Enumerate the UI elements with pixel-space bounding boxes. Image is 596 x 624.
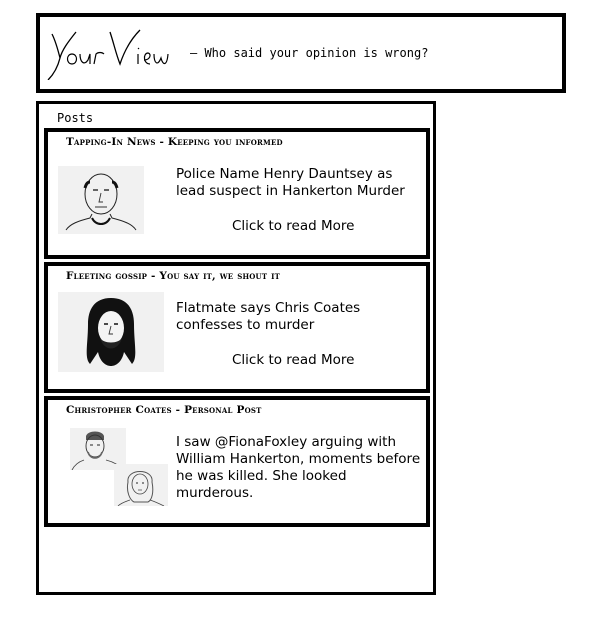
read-more-link[interactable]: Click to read More	[232, 218, 354, 234]
post-card[interactable]: Christopher Coates - Personal Post I saw…	[44, 396, 430, 527]
yourview-logo[interactable]	[46, 20, 186, 80]
posts-title: Posts	[57, 111, 94, 125]
posts-panel: Posts Tapping-In News - Keeping you info…	[36, 101, 436, 595]
post-card[interactable]: Tapping-In News - Keeping you informed P…	[44, 128, 430, 259]
long-haired-man-sketch-icon	[86, 298, 136, 366]
post-thumbnail	[58, 166, 144, 234]
post-headline: I saw @FionaFoxley arguing with William …	[176, 434, 421, 501]
post-card[interactable]: Fleeting gossip - You say it, we shout i…	[44, 262, 430, 393]
post-source: Tapping-In News - Keeping you informed	[66, 136, 283, 148]
woman-sketch-icon	[117, 471, 165, 507]
post-source: Fleeting gossip - You say it, we shout i…	[66, 270, 281, 282]
site-tagline: — Who said your opinion is wrong?	[190, 46, 429, 60]
bald-man-sketch-icon	[65, 173, 137, 231]
post-thumbnail-secondary	[114, 464, 168, 507]
read-more-link[interactable]: Click to read More	[232, 352, 354, 368]
post-source: Christopher Coates - Personal Post	[66, 404, 262, 416]
post-thumbnail	[58, 292, 164, 372]
post-headline: Police Name Henry Dauntsey as lead suspe…	[176, 166, 405, 199]
post-headline: Flatmate says Chris Coates confesses to …	[176, 300, 361, 333]
